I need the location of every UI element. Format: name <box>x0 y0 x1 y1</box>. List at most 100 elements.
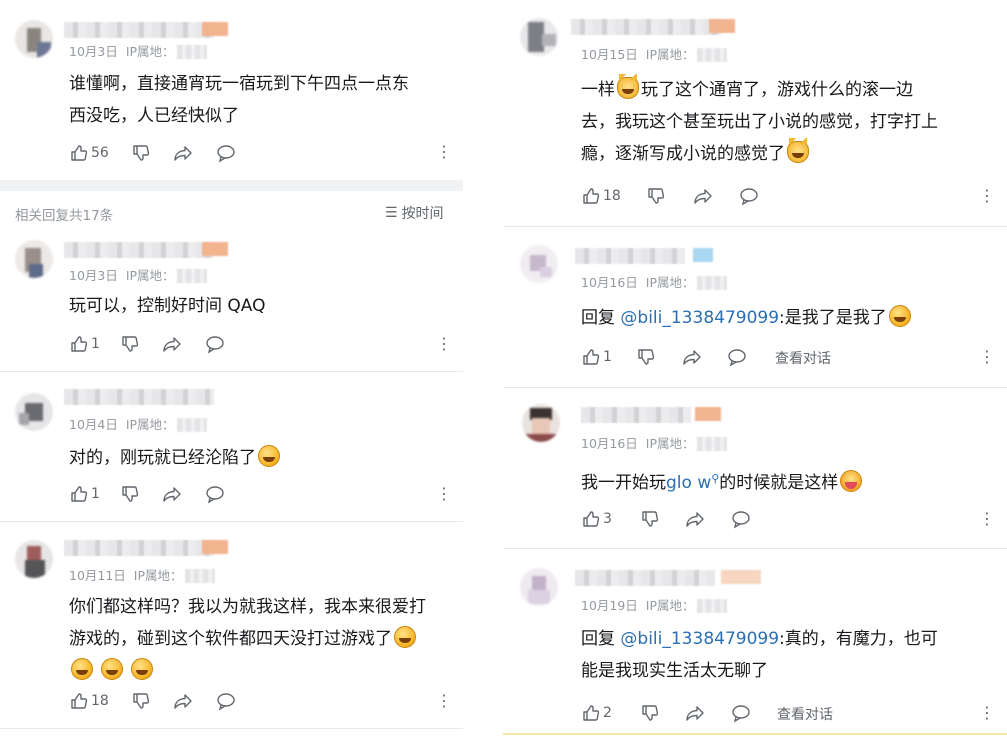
cat-emoji-icon <box>617 74 639 99</box>
share-button[interactable] <box>173 143 193 163</box>
emoji-row <box>69 655 459 687</box>
dislike-button[interactable] <box>131 143 151 163</box>
like-button[interactable]: 2 <box>581 703 612 723</box>
reply-button[interactable] <box>205 484 225 504</box>
user-mention-link[interactable]: @bili_1338479099 <box>620 308 779 328</box>
avatar[interactable] <box>15 240 53 278</box>
avatar[interactable] <box>15 540 53 578</box>
like-count: 3 <box>603 511 612 527</box>
comment-bubble-icon <box>217 145 235 163</box>
avatar[interactable] <box>15 393 53 431</box>
more-icon[interactable]: ⋮ <box>979 511 995 527</box>
like-button[interactable]: 1 <box>581 347 612 367</box>
share-button[interactable] <box>685 509 705 529</box>
comment-line: 去，我玩这个甚至玩出了小说的感觉，打字打上 <box>581 112 938 132</box>
share-button[interactable] <box>685 703 705 723</box>
ip-label: IP属地： <box>133 568 183 583</box>
user-mention-link[interactable]: @bili_1338479099 <box>620 629 779 649</box>
avatar[interactable] <box>15 20 53 58</box>
reply-count-label: 相关回复共17条 <box>15 208 114 224</box>
dislike-button[interactable] <box>120 334 140 354</box>
comment-bubble-icon <box>728 349 746 367</box>
reply-text: 对的，刚玩就已经沦陷了 <box>69 442 282 474</box>
like-button[interactable]: 56 <box>69 143 109 163</box>
avatar[interactable] <box>520 568 558 606</box>
like-button[interactable]: 18 <box>581 186 621 206</box>
reply-button[interactable] <box>731 703 751 723</box>
thumbs-down-icon <box>648 188 665 204</box>
more-icon[interactable]: ⋮ <box>436 486 452 502</box>
share-icon <box>683 350 701 365</box>
reply-date: 10月4日 <box>69 417 118 432</box>
like-button[interactable]: 18 <box>69 691 109 711</box>
share-button[interactable] <box>162 334 182 354</box>
reply-button[interactable] <box>216 691 236 711</box>
username-blurred[interactable] <box>64 242 228 258</box>
reply-text: 你们都这样吗？我以为就我这样，我本来很爱打 游戏的，碰到这个软件都四天没打过游戏… <box>69 591 459 687</box>
username-blurred[interactable] <box>575 570 761 586</box>
comment-date: 10月15日 <box>581 47 638 62</box>
crying-laughing-emoji-icon <box>131 658 153 680</box>
comment-bubble-icon <box>217 693 235 711</box>
like-button[interactable]: 1 <box>69 334 100 354</box>
more-icon[interactable]: ⋮ <box>979 705 995 721</box>
sort-by-time-button[interactable]: ☰ 按时间 <box>385 203 444 223</box>
view-conversation-link[interactable]: 查看对话 <box>777 704 833 724</box>
share-icon <box>686 512 704 527</box>
share-button[interactable] <box>173 691 193 711</box>
dislike-button[interactable] <box>120 484 140 504</box>
like-button[interactable]: 1 <box>69 484 100 504</box>
thumbs-up-icon <box>71 145 88 161</box>
reply-button[interactable] <box>205 334 225 354</box>
like-count: 1 <box>603 349 612 365</box>
reply-meta: 10月16日 IP属地： <box>581 433 727 452</box>
reply-line: 游戏的，碰到这个软件都四天没打过游戏了 <box>69 623 459 655</box>
reply-button[interactable] <box>731 509 751 529</box>
like-count: 18 <box>91 693 109 709</box>
comment-line: 瘾，逐渐写成小说的感觉了 <box>581 138 1001 170</box>
username-blurred[interactable] <box>64 22 228 38</box>
comment-bubble-icon <box>206 486 224 504</box>
sort-label: 按时间 <box>401 206 444 222</box>
more-icon[interactable]: ⋮ <box>436 336 452 352</box>
more-icon[interactable]: ⋮ <box>436 144 452 160</box>
username-blurred[interactable] <box>64 389 214 405</box>
avatar[interactable] <box>522 404 560 442</box>
comment-line: 谁懂啊，直接通宵玩一宿玩到下午四点一点东 <box>69 74 409 94</box>
share-button[interactable] <box>682 347 702 367</box>
dislike-button[interactable] <box>640 703 660 723</box>
more-icon[interactable]: ⋮ <box>979 349 995 365</box>
avatar[interactable] <box>520 18 558 56</box>
share-icon <box>163 487 181 502</box>
share-button[interactable] <box>162 484 182 504</box>
reply-button[interactable] <box>216 143 236 163</box>
username-blurred[interactable] <box>581 407 721 423</box>
comment-bubble-icon <box>740 188 758 206</box>
comment-line: 西没吃，人已经快似了 <box>69 106 239 126</box>
more-icon[interactable]: ⋮ <box>979 188 995 204</box>
dislike-button[interactable] <box>646 186 666 206</box>
share-button[interactable] <box>693 186 713 206</box>
comment-line: 一样 玩了这个通宵了，游戏什么的滚一边 <box>581 74 1001 106</box>
crying-laughing-emoji-icon <box>258 445 280 467</box>
avatar[interactable] <box>520 245 558 283</box>
comment-bubble-icon <box>206 336 224 354</box>
dislike-button[interactable] <box>640 509 660 529</box>
reply-button[interactable] <box>727 347 747 367</box>
reply-button[interactable] <box>739 186 759 206</box>
dislike-button[interactable] <box>636 347 656 367</box>
like-button[interactable]: 3 <box>581 509 612 529</box>
dislike-button[interactable] <box>131 691 151 711</box>
view-conversation-link[interactable]: 查看对话 <box>775 348 831 368</box>
reply-text: 回复 @bili_1338479099:是我了是我了 <box>581 302 1001 334</box>
ip-label: IP属地： <box>125 417 175 432</box>
like-count: 2 <box>603 705 612 721</box>
username-blurred[interactable] <box>571 19 735 35</box>
comment-bubble-icon <box>732 511 750 529</box>
username-blurred[interactable] <box>575 248 713 264</box>
more-icon[interactable]: ⋮ <box>436 693 452 709</box>
comment-meta: 10月15日 IP属地： <box>581 44 727 63</box>
ip-label: IP属地： <box>645 598 695 613</box>
search-keyword-link[interactable]: glo w <box>666 473 711 493</box>
username-blurred[interactable] <box>64 540 228 556</box>
